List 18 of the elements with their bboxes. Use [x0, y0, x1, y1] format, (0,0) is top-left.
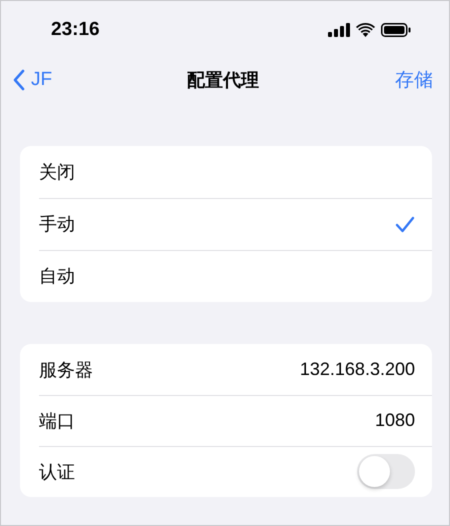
nav-title: 配置代理 [187, 69, 259, 92]
back-button[interactable]: JF [13, 69, 52, 91]
wifi-icon [356, 23, 375, 37]
save-button[interactable]: 存储 [395, 67, 433, 93]
setting-value: 1080 [374, 410, 415, 431]
mode-option[interactable]: 关闭 [20, 146, 432, 198]
setting-label: 认证 [39, 460, 75, 484]
mode-option[interactable]: 手动 [20, 198, 432, 250]
back-chevron-icon [13, 69, 25, 91]
back-label: JF [31, 69, 52, 91]
toggle-switch[interactable] [357, 454, 415, 489]
setting-label: 服务器 [39, 358, 93, 382]
setting-label: 端口 [39, 410, 75, 432]
setting-value: 132.168.3.200 [300, 359, 415, 380]
status-time: 23:16 [51, 19, 100, 41]
signal-icon [328, 23, 350, 37]
battery-icon [381, 23, 411, 37]
mode-option[interactable]: 自动 [20, 250, 432, 302]
